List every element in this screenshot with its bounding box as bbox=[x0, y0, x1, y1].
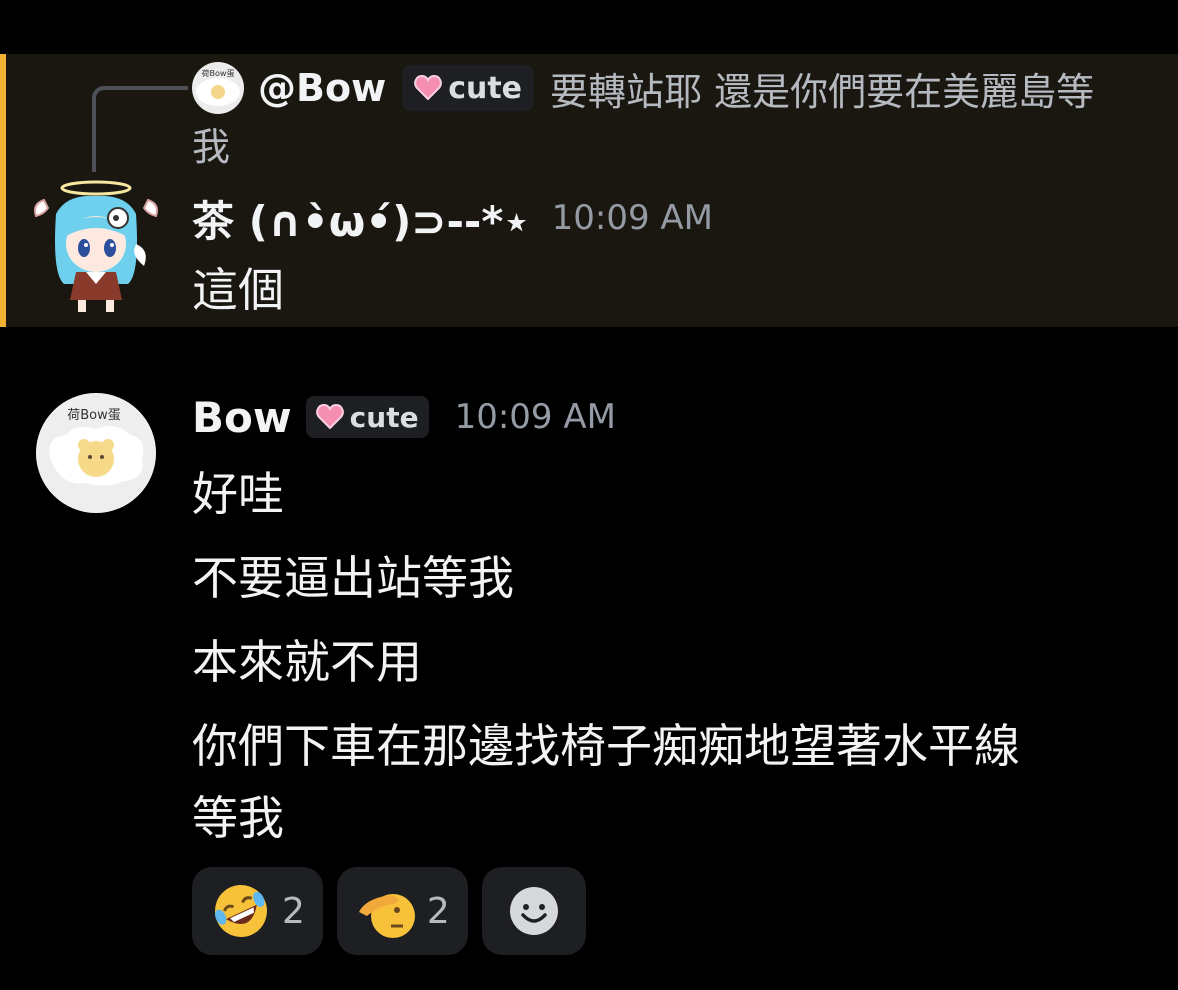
reply-header[interactable]: @Bow cute 要轉站耶 還是你們要在美麗島等 bbox=[258, 60, 1094, 116]
reply-excerpt[interactable]: 要轉站耶 還是你們要在美麗島等 bbox=[550, 61, 1094, 116]
reply-excerpt-continued[interactable]: 我 bbox=[192, 116, 230, 171]
reply-avatar[interactable]: 荷Bow蛋 bbox=[192, 62, 244, 114]
author-name[interactable]: Bow bbox=[192, 393, 292, 442]
saluting-face-icon bbox=[358, 894, 415, 938]
anime-girl-avatar-icon bbox=[34, 180, 158, 312]
pink-heart-icon bbox=[315, 404, 344, 430]
message-content: 這個 bbox=[192, 263, 284, 317]
user-avatar-bow[interactable]: 荷Bow蛋 bbox=[36, 393, 156, 513]
message-header: 茶 (∩•̀ω•́)⊃--*⋆ 10:09 AM bbox=[192, 190, 713, 246]
message-line: 不要逼出站等我 bbox=[192, 551, 514, 605]
reaction-saluting[interactable]: 2 bbox=[336, 867, 468, 955]
author-name[interactable]: 茶 (∩•̀ω•́)⊃--*⋆ bbox=[192, 188, 530, 249]
message-line: 等我 bbox=[192, 791, 284, 845]
chat-view: 荷Bow蛋 @Bow cute 要轉站耶 還是你們要在美麗島等 我 茶 (∩•̀… bbox=[0, 0, 1178, 990]
reaction-count: 2 bbox=[282, 890, 305, 932]
mention-bar bbox=[0, 54, 6, 327]
message-timestamp[interactable]: 10:09 AM bbox=[455, 397, 616, 437]
reaction-count: 2 bbox=[426, 890, 450, 932]
reactions-bar: 2 2 bbox=[192, 867, 586, 955]
add-reaction-button[interactable] bbox=[481, 867, 586, 955]
egg-avatar-icon: 荷Bow蛋 bbox=[36, 393, 156, 513]
rolling-on-floor-laughing-icon bbox=[215, 885, 267, 937]
message-line: 好哇 bbox=[192, 467, 284, 521]
message-header: Bow cute 10:09 AM bbox=[192, 388, 616, 446]
message-line: 本來就不用 bbox=[192, 635, 422, 689]
server-tag-label: cute bbox=[448, 70, 523, 106]
server-tag[interactable]: cute bbox=[305, 396, 429, 438]
server-tag[interactable]: cute bbox=[402, 65, 535, 111]
svg-text:荷Bow蛋: 荷Bow蛋 bbox=[202, 68, 235, 78]
pink-heart-icon bbox=[414, 75, 442, 101]
user-avatar-anime[interactable] bbox=[26, 174, 166, 314]
reply-author-name[interactable]: @Bow bbox=[258, 66, 386, 110]
svg-text:荷Bow蛋: 荷Bow蛋 bbox=[67, 408, 121, 423]
message-timestamp[interactable]: 10:09 AM bbox=[552, 198, 713, 238]
reaction-laughing[interactable]: 2 bbox=[192, 867, 323, 955]
add-reaction-icon bbox=[509, 887, 558, 935]
server-tag-label: cute bbox=[349, 400, 419, 434]
reply-spine bbox=[92, 86, 188, 172]
message-line: 你們下車在那邊找椅子痴痴地望著水平線 bbox=[192, 719, 1020, 773]
